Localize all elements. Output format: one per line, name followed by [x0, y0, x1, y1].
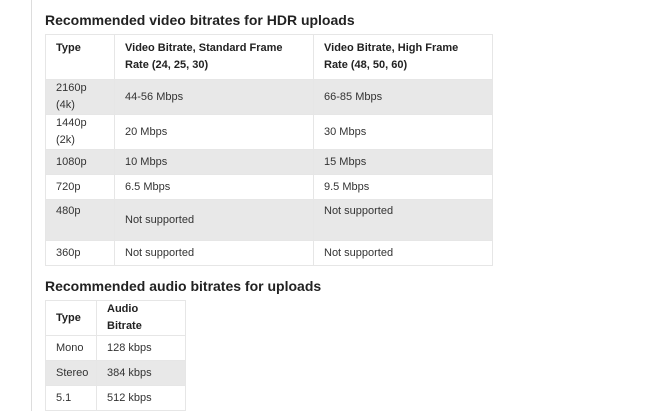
cell-standard-bitrate: 6.5 Mbps [114, 174, 314, 200]
cell-standard-bitrate: 44-56 Mbps [114, 79, 314, 115]
column-header-high-frame-rate: Video Bitrate, High Frame Rate (48, 50, … [313, 34, 493, 80]
cell-high-bitrate: Not supported [313, 240, 493, 266]
cell-audio-bitrate: 128 kbps [96, 335, 186, 361]
table-row: 720p 6.5 Mbps 9.5 Mbps [45, 174, 493, 200]
cell-standard-bitrate: Not supported [114, 199, 314, 241]
cell-high-bitrate: 15 Mbps [313, 149, 493, 175]
column-header-type: Type [45, 300, 97, 336]
cell-high-bitrate: 66-85 Mbps [313, 79, 493, 115]
cell-standard-bitrate: 10 Mbps [114, 149, 314, 175]
cell-type: 2160p (4k) [45, 79, 115, 115]
table-row: Mono 128 kbps [45, 335, 186, 361]
cell-type: Mono [45, 335, 97, 361]
table-row: 1080p 10 Mbps 15 Mbps [45, 149, 493, 175]
cell-type: 1440p (2k) [45, 114, 115, 150]
cell-audio-bitrate: 384 kbps [96, 360, 186, 386]
audio-bitrates-heading: Recommended audio bitrates for uploads [45, 278, 322, 294]
cell-high-bitrate: Not supported [313, 199, 493, 241]
column-header-type: Type [45, 34, 115, 80]
cell-type: 720p [45, 174, 115, 200]
cell-audio-bitrate: 512 kbps [96, 385, 186, 411]
column-header-standard-frame-rate: Video Bitrate, Standard Frame Rate (24, … [114, 34, 314, 80]
cell-type: 360p [45, 240, 115, 266]
audio-bitrates-table: Type Audio Bitrate Mono 128 kbps Stereo … [45, 300, 186, 411]
table-header-row: Type Video Bitrate, Standard Frame Rate … [45, 34, 493, 80]
table-row: 1440p (2k) 20 Mbps 30 Mbps [45, 114, 493, 150]
cell-high-bitrate: 9.5 Mbps [313, 174, 493, 200]
table-row: 480p Not supported Not supported [45, 199, 493, 241]
table-row: 5.1 512 kbps [45, 385, 186, 411]
table-row: Stereo 384 kbps [45, 360, 186, 386]
table-row: 2160p (4k) 44-56 Mbps 66-85 Mbps [45, 79, 493, 115]
column-header-audio-bitrate: Audio Bitrate [96, 300, 186, 336]
table-row: 360p Not supported Not supported [45, 240, 493, 266]
cell-high-bitrate: 30 Mbps [313, 114, 493, 150]
cell-standard-bitrate: 20 Mbps [114, 114, 314, 150]
cell-type: Stereo [45, 360, 97, 386]
table-header-row: Type Audio Bitrate [45, 300, 186, 336]
cell-standard-bitrate: Not supported [114, 240, 314, 266]
video-bitrates-table: Type Video Bitrate, Standard Frame Rate … [45, 34, 493, 266]
video-bitrates-heading: Recommended video bitrates for HDR uploa… [45, 12, 355, 28]
content-left-border [31, 0, 32, 411]
cell-type: 1080p [45, 149, 115, 175]
cell-type: 5.1 [45, 385, 97, 411]
cell-type: 480p [45, 199, 115, 241]
